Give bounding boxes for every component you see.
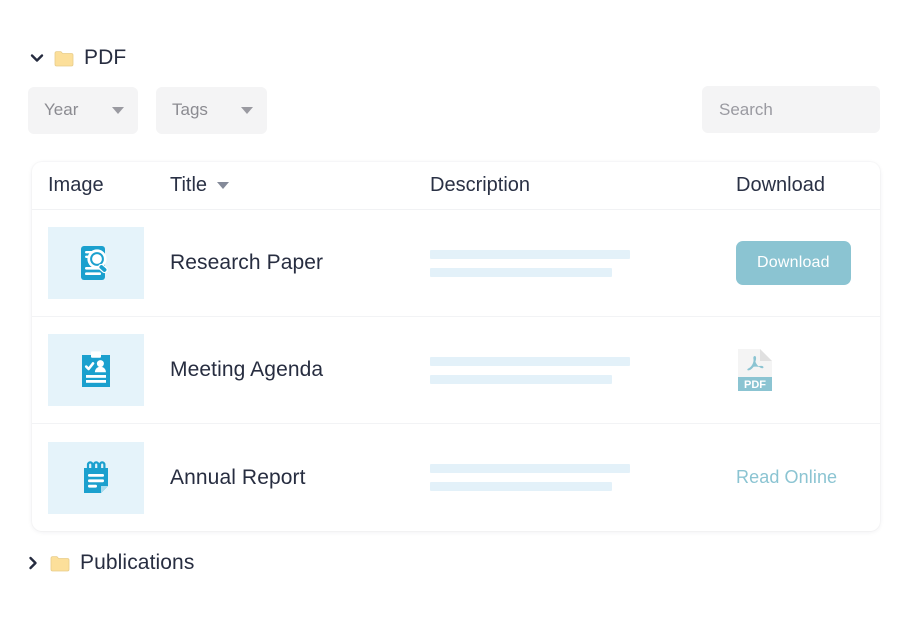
folder-group-pdf[interactable]: PDF xyxy=(28,41,126,75)
folder-label-pdf: PDF xyxy=(84,46,126,70)
document-magnifier-icon xyxy=(48,227,144,299)
row-description-cell xyxy=(430,357,736,384)
column-header-title[interactable]: Title xyxy=(170,174,430,197)
tags-filter-label: Tags xyxy=(172,100,233,120)
download-button[interactable]: Download xyxy=(736,241,851,285)
document-title: Research Paper xyxy=(170,251,323,274)
search-input[interactable] xyxy=(702,86,880,133)
table-row[interactable]: Annual Report Read Online xyxy=(32,424,880,531)
document-title: Annual Report xyxy=(170,466,306,489)
clipboard-person-icon xyxy=(48,334,144,406)
description-line xyxy=(430,250,630,259)
chevron-down-icon xyxy=(241,107,253,114)
year-filter-select[interactable]: Year xyxy=(28,87,138,134)
filter-bar: Year Tags xyxy=(28,86,880,134)
folder-group-publications[interactable]: Publications xyxy=(24,546,194,580)
chevron-right-icon[interactable] xyxy=(24,554,50,572)
chevron-down-icon[interactable] xyxy=(28,49,54,67)
description-line xyxy=(430,357,630,366)
svg-text:PDF: PDF xyxy=(744,379,766,391)
folder-icon xyxy=(50,555,70,572)
description-line xyxy=(430,464,630,473)
notepad-icon xyxy=(48,442,144,514)
tags-filter-select[interactable]: Tags xyxy=(156,87,267,134)
column-header-title-label: Title xyxy=(170,174,207,197)
row-title-cell: Research Paper xyxy=(170,251,430,275)
read-online-link[interactable]: Read Online xyxy=(736,467,837,488)
row-description-cell xyxy=(430,250,736,277)
folder-icon xyxy=(54,50,74,67)
table-row[interactable]: Research Paper Download xyxy=(32,210,880,317)
table-header-row: Image Title Description Download xyxy=(32,162,880,210)
pdf-file-icon[interactable]: PDF xyxy=(736,347,774,393)
description-line xyxy=(430,482,612,491)
row-download-cell: Read Online xyxy=(736,467,876,488)
table-row[interactable]: Meeting Agenda PDF xyxy=(32,317,880,424)
description-placeholder xyxy=(430,250,660,277)
column-header-download: Download xyxy=(736,174,876,197)
row-download-cell: Download xyxy=(736,241,876,285)
column-header-description: Description xyxy=(430,174,736,197)
description-placeholder xyxy=(430,464,660,491)
row-thumbnail-cell xyxy=(48,442,170,514)
row-title-cell: Meeting Agenda xyxy=(170,358,430,382)
row-thumbnail-cell xyxy=(48,227,170,299)
file-browser-page: PDF Year Tags Image Title Description Do… xyxy=(0,0,908,627)
document-title: Meeting Agenda xyxy=(170,358,323,381)
year-filter-label: Year xyxy=(44,100,104,120)
description-placeholder xyxy=(430,357,660,384)
description-line xyxy=(430,375,612,384)
folder-label-publications: Publications xyxy=(80,551,194,575)
description-line xyxy=(430,268,612,277)
row-title-cell: Annual Report xyxy=(170,466,430,490)
column-header-image: Image xyxy=(48,174,170,197)
documents-table: Image Title Description Download xyxy=(32,162,880,531)
row-description-cell xyxy=(430,464,736,491)
row-thumbnail-cell xyxy=(48,334,170,406)
row-download-cell: PDF xyxy=(736,347,876,393)
chevron-down-icon xyxy=(112,107,124,114)
sort-descending-caret-icon[interactable] xyxy=(217,182,229,189)
